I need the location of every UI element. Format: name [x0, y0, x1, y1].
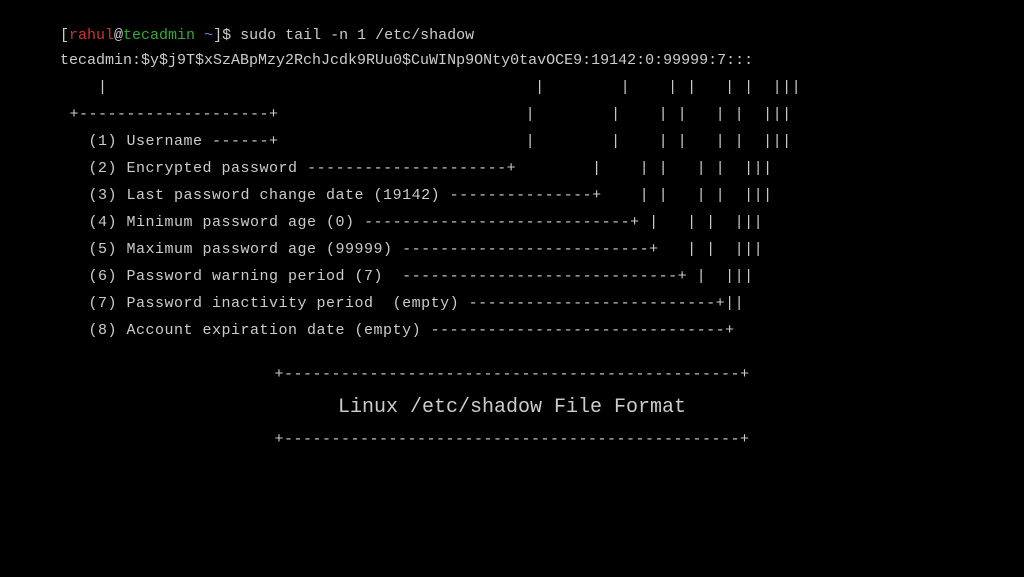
- bracket-close: ]: [213, 27, 222, 44]
- prompt-dollar: $: [222, 27, 231, 44]
- prompt-tilde: ~: [195, 27, 213, 44]
- field-4: (4) Minimum password age (0): [89, 214, 355, 231]
- field-7: (7) Password inactivity period (empty): [89, 295, 460, 312]
- field-8: (8) Account expiration date (empty): [89, 322, 422, 339]
- field-2: (2) Encrypted password: [89, 160, 298, 177]
- command-output: tecadmin:$y$j9T$xSzABpMzy2RchJcdk9RUu0$C…: [60, 50, 964, 73]
- footer-title: Linux /etc/shadow File Format: [60, 393, 964, 423]
- footer-rule-bottom: +---------------------------------------…: [60, 429, 964, 452]
- prompt-at: @: [114, 27, 123, 44]
- prompt-host: tecadmin: [123, 27, 195, 44]
- field-1: (1) Username: [89, 133, 203, 150]
- footer-section: +---------------------------------------…: [60, 364, 964, 451]
- footer-rule-top: +---------------------------------------…: [60, 364, 964, 387]
- field-6: (6) Password warning period (7): [89, 268, 384, 285]
- prompt-user: rahul: [69, 27, 114, 44]
- terminal-prompt: [rahul@tecadmin ~]$ sudo tail -n 1 /etc/…: [60, 25, 964, 48]
- field-diagram: | | | | | | | ||| +--------------------+…: [60, 74, 964, 344]
- command-text: sudo tail -n 1 /etc/shadow: [240, 27, 474, 44]
- field-3: (3) Last password change date (19142): [89, 187, 441, 204]
- bracket-open: [: [60, 27, 69, 44]
- field-5: (5) Maximum password age (99999): [89, 241, 393, 258]
